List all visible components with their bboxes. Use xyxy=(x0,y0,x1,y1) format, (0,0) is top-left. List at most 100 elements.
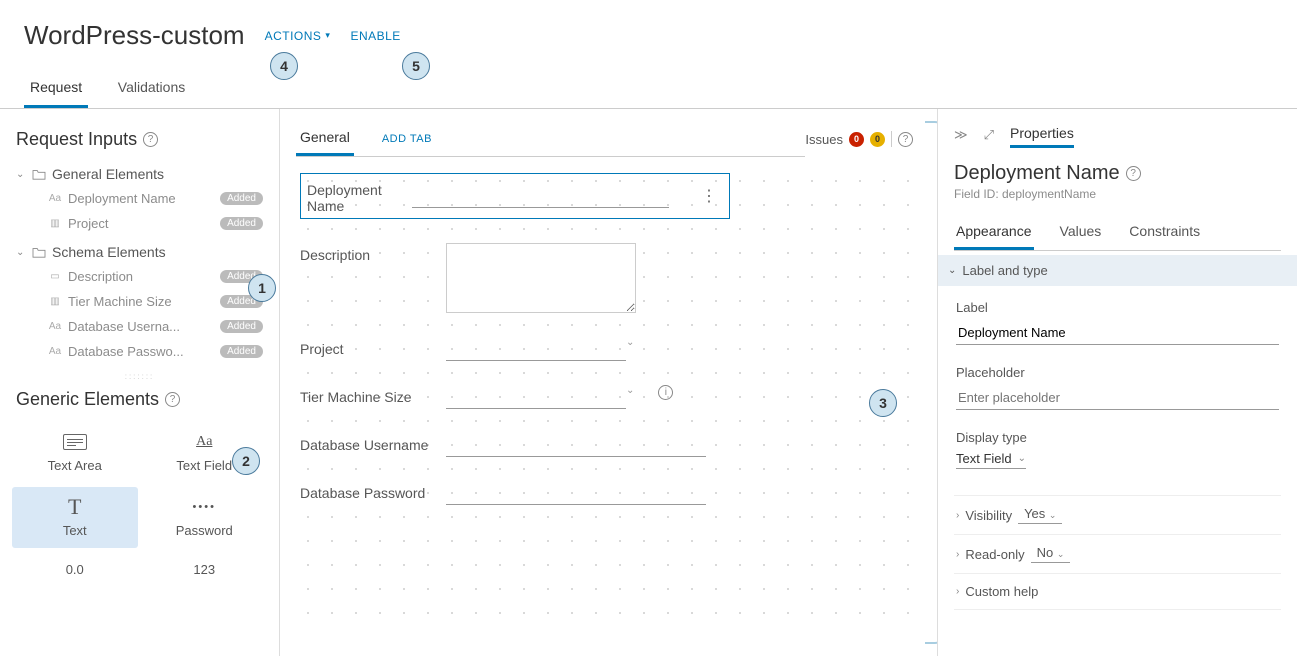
tree-item[interactable]: ▥ Project Added xyxy=(8,211,271,236)
db-password-input[interactable] xyxy=(446,481,706,505)
field-deployment-name[interactable]: Deployment Name ⋮ xyxy=(300,173,730,219)
readonly-row[interactable]: › Read-only No ⌄ xyxy=(954,534,1281,573)
add-tab-button[interactable]: ADD TAB xyxy=(378,125,436,153)
tree-item-label: Project xyxy=(68,216,214,231)
select-icon: ▥ xyxy=(48,296,62,307)
actions-label: ACTIONS xyxy=(265,29,322,43)
tree-item[interactable]: Aa Database Passwo... Added xyxy=(8,339,271,364)
chevron-right-icon: › xyxy=(956,510,959,521)
text-icon: T xyxy=(62,497,88,517)
generic-text-area[interactable]: Text Area xyxy=(12,422,138,483)
field-description[interactable]: Description xyxy=(300,243,917,313)
placeholder-input[interactable] xyxy=(956,386,1279,410)
request-inputs-label: Request Inputs xyxy=(16,129,137,150)
enable-button[interactable]: ENABLE xyxy=(350,29,400,43)
help-icon[interactable]: ? xyxy=(1126,166,1141,181)
project-select[interactable] xyxy=(446,337,626,361)
canvas-tabs: General ADD TAB xyxy=(296,121,805,157)
accordion-label-and-type[interactable]: ⌄ Label and type xyxy=(938,255,1297,286)
prop-tab-constraints[interactable]: Constraints xyxy=(1127,215,1202,250)
properties-panel: ≫ ⤢ Properties Deployment Name ? Field I… xyxy=(937,109,1297,656)
property-tabs: Appearance Values Constraints xyxy=(954,215,1281,251)
select-icon: ▥ xyxy=(48,218,62,229)
generic-integer[interactable]: 123 xyxy=(142,552,268,587)
error-badge[interactable]: 0 xyxy=(849,132,864,147)
chevron-down-icon: ⌄ xyxy=(626,337,634,348)
help-icon[interactable]: ? xyxy=(165,392,180,407)
issues-label: Issues xyxy=(805,132,843,147)
tree-item-label: Database Passwo... xyxy=(68,344,214,359)
db-username-input[interactable] xyxy=(446,433,706,457)
field-label: Description xyxy=(300,243,430,263)
field-db-username[interactable]: Database Username xyxy=(300,433,917,457)
tree-item[interactable]: ▥ Tier Machine Size Added xyxy=(8,289,271,314)
issues-bar: Issues 0 0 ? xyxy=(805,131,913,147)
property-heading-text: Deployment Name xyxy=(954,162,1120,185)
tree-group-general[interactable]: ⌄ General Elements xyxy=(8,162,271,186)
help-icon[interactable]: ? xyxy=(898,132,913,147)
visibility-label: Visibility xyxy=(965,508,1012,523)
field-tier-machine-size[interactable]: Tier Machine Size ⌄ i xyxy=(300,385,917,409)
divider xyxy=(891,131,892,147)
visibility-row[interactable]: › Visibility Yes ⌄ xyxy=(954,495,1281,534)
generic-decimal[interactable]: 0.0 xyxy=(12,552,138,587)
generic-text[interactable]: T Text xyxy=(12,487,138,548)
canvas-tab-general[interactable]: General xyxy=(296,121,354,156)
request-inputs-title: Request Inputs ? xyxy=(8,125,271,154)
prop-tab-values[interactable]: Values xyxy=(1058,215,1104,250)
info-icon[interactable]: i xyxy=(658,385,673,400)
collapse-icon[interactable]: ≫ xyxy=(954,127,968,143)
chevron-down-icon: ⌄ xyxy=(1018,453,1026,464)
resize-handle[interactable]: ::::::: xyxy=(8,368,271,385)
actions-menu[interactable]: ACTIONS ▾ xyxy=(265,29,331,43)
added-badge: Added xyxy=(220,345,263,358)
text-icon: Aa xyxy=(48,193,62,204)
annotation-brace xyxy=(925,121,937,644)
canvas: General ADD TAB Issues 0 0 ? Deployment … xyxy=(280,109,937,656)
readonly-value[interactable]: No ⌄ xyxy=(1031,545,1071,563)
tree-group-label: General Elements xyxy=(52,166,164,182)
chevron-right-icon: › xyxy=(956,586,959,597)
page-title: WordPress-custom xyxy=(24,20,245,51)
tree-item[interactable]: Aa Deployment Name Added xyxy=(8,186,271,211)
generic-label: 0.0 xyxy=(66,562,84,577)
generic-label: Text Field xyxy=(176,458,232,473)
form-designer[interactable]: Deployment Name ⋮ Description Project ⌄ … xyxy=(296,169,921,629)
tree-item[interactable]: ▭ Description Added xyxy=(8,264,271,289)
tab-validations[interactable]: Validations xyxy=(112,69,191,105)
chevron-right-icon: › xyxy=(956,549,959,560)
help-icon[interactable]: ? xyxy=(143,132,158,147)
prop-tab-appearance[interactable]: Appearance xyxy=(954,215,1034,250)
tree-group-label: Schema Elements xyxy=(52,244,166,260)
tab-request[interactable]: Request xyxy=(24,69,88,108)
kebab-icon[interactable]: ⋮ xyxy=(701,186,723,206)
visibility-value[interactable]: Yes ⌄ xyxy=(1018,506,1062,524)
callout-4: 4 xyxy=(270,52,298,80)
custom-help-row[interactable]: › Custom help xyxy=(954,573,1281,610)
chevron-down-icon: ▾ xyxy=(325,30,330,41)
field-project[interactable]: Project ⌄ xyxy=(300,337,917,361)
field-id-label: Field ID: deploymentName xyxy=(954,187,1281,201)
display-type-value: Text Field xyxy=(956,451,1012,466)
label-input[interactable] xyxy=(956,321,1279,345)
generic-password[interactable]: •••• Password xyxy=(142,487,268,548)
properties-tab[interactable]: Properties xyxy=(1010,121,1074,148)
deployment-name-input[interactable] xyxy=(412,184,669,208)
callout-2: 2 xyxy=(232,447,260,475)
generic-elements-title: Generic Elements ? xyxy=(8,385,271,414)
callout-3: 3 xyxy=(869,389,897,417)
tree-item[interactable]: Aa Database Userna... Added xyxy=(8,314,271,339)
top-tabs: Request Validations xyxy=(0,69,1297,109)
tree-item-label: Deployment Name xyxy=(68,191,214,206)
field-db-password[interactable]: Database Password xyxy=(300,481,917,505)
text-icon: Aa xyxy=(48,321,62,332)
text-icon: Aa xyxy=(48,346,62,357)
tier-size-select[interactable] xyxy=(446,385,626,409)
display-type-select[interactable]: Text Field ⌄ xyxy=(956,451,1026,469)
warning-badge[interactable]: 0 xyxy=(870,132,885,147)
tree-group-schema[interactable]: ⌄ Schema Elements xyxy=(8,240,271,264)
description-textarea[interactable] xyxy=(446,243,636,313)
expand-icon[interactable]: ⤢ xyxy=(984,127,994,143)
label-field-label: Label xyxy=(956,300,1279,315)
chevron-down-icon: ⌄ xyxy=(16,247,26,258)
